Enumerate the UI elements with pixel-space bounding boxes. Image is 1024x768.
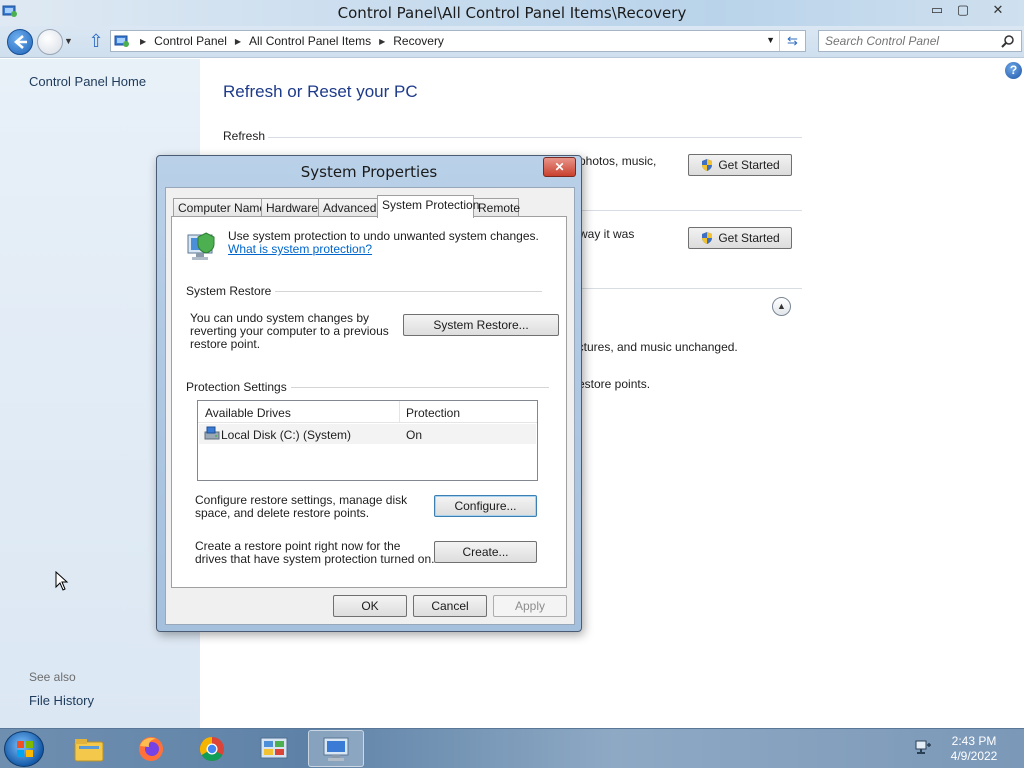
- breadcrumb-separator-icon[interactable]: ▶: [140, 37, 146, 46]
- maximize-button[interactable]: ▢: [950, 0, 976, 20]
- system-restore-button[interactable]: System Restore...: [403, 314, 559, 336]
- address-dropdown-icon[interactable]: ▼: [766, 35, 775, 45]
- up-arrow-icon[interactable]: ⇧: [86, 30, 106, 52]
- search-box[interactable]: [818, 30, 1022, 52]
- breadcrumb-recovery[interactable]: ▶ Recovery: [379, 34, 444, 48]
- drive-name: Local Disk (C:) (System): [221, 428, 352, 442]
- forward-button[interactable]: [37, 29, 63, 55]
- tab-remote[interactable]: Remote: [473, 198, 520, 217]
- clock-time: 2:43 PM: [951, 734, 997, 748]
- file-explorer-icon: [74, 738, 104, 761]
- window-title: Control Panel\All Control Panel Items\Re…: [337, 4, 687, 22]
- taskbar-clock[interactable]: 2:43 PM 4/9/2022: [942, 734, 1006, 764]
- chrome-taskbar-button[interactable]: [184, 730, 240, 767]
- tab-hardware[interactable]: Hardware: [261, 198, 319, 217]
- system-restore-group-label: System Restore: [186, 284, 276, 298]
- list-header: Available Drives Protection: [198, 401, 537, 423]
- tab-advanced[interactable]: Advanced: [318, 198, 378, 217]
- breadcrumb-label[interactable]: Recovery: [393, 34, 444, 48]
- refresh-icon[interactable]: ⇆: [779, 31, 805, 51]
- reset-description: way it was: [579, 227, 635, 241]
- button-label: Get Started: [718, 158, 780, 172]
- breadcrumb-separator-icon[interactable]: ▶: [379, 37, 385, 46]
- search-icon[interactable]: [1001, 34, 1015, 48]
- breadcrumb-all-items[interactable]: ▶ All Control Panel Items: [235, 34, 371, 48]
- back-arrow-icon: [14, 35, 27, 49]
- back-button[interactable]: [7, 29, 33, 55]
- advanced-description-2: estore points.: [578, 377, 651, 391]
- close-window-button[interactable]: ✕: [976, 0, 1020, 20]
- tab-system-protection[interactable]: System Protection: [377, 195, 479, 218]
- ok-button[interactable]: OK: [333, 595, 407, 617]
- system-protection-icon: [187, 232, 215, 260]
- file-history-link[interactable]: File History: [29, 693, 94, 708]
- uac-shield-icon: [702, 159, 713, 171]
- refresh-get-started-button[interactable]: Get Started: [688, 154, 792, 176]
- system-properties-taskbar-button[interactable]: [308, 730, 364, 767]
- apply-button[interactable]: Apply: [493, 595, 567, 617]
- reset-get-started-button[interactable]: Get Started: [688, 227, 792, 249]
- breadcrumb-separator-icon[interactable]: ▶: [235, 37, 241, 46]
- mouse-cursor-icon: [55, 571, 69, 591]
- recent-pages-dropdown-icon[interactable]: ▼: [64, 36, 73, 46]
- column-divider[interactable]: [399, 401, 400, 423]
- firefox-taskbar-button[interactable]: [123, 730, 179, 767]
- refresh-description: photos, music,: [579, 154, 657, 168]
- create-button[interactable]: Create...: [434, 541, 537, 563]
- help-icon[interactable]: ?: [1005, 62, 1022, 79]
- windows-logo-icon: [17, 741, 33, 757]
- section-divider: [580, 288, 802, 289]
- control-panel-icon: [114, 35, 129, 47]
- tab-computer-name[interactable]: Computer Name: [173, 198, 266, 217]
- see-also-heading: See also: [29, 670, 76, 684]
- dialog-body: Computer Name Hardware Advanced System P…: [165, 187, 575, 625]
- advanced-description-1: ictures, and music unchanged.: [575, 340, 738, 354]
- section-divider: [268, 137, 802, 138]
- configure-description: Configure restore settings, manage disk …: [195, 493, 408, 520]
- system-restore-description: You can undo system changes by reverting…: [190, 311, 389, 351]
- create-description: Create a restore point right now for the…: [195, 539, 435, 566]
- minimize-button[interactable]: ▭: [924, 0, 950, 20]
- system-properties-icon: [323, 737, 349, 761]
- start-button[interactable]: [4, 731, 44, 767]
- section-divider: [580, 210, 802, 211]
- system-properties-dialog: System Properties ✕ Computer Name Hardwa…: [156, 155, 582, 632]
- refresh-section-label: Refresh: [223, 129, 266, 143]
- file-explorer-taskbar-button[interactable]: [61, 730, 117, 767]
- chrome-icon: [199, 736, 224, 761]
- window-titlebar: Control Panel\All Control Panel Items\Re…: [0, 0, 1024, 26]
- breadcrumb-control-panel[interactable]: ▶ Control Panel: [140, 34, 227, 48]
- address-bar[interactable]: ▶ Control Panel ▶ All Control Panel Items …: [110, 30, 806, 52]
- intro-text: Use system protection to undo unwanted s…: [228, 230, 548, 256]
- column-header-protection[interactable]: Protection: [406, 406, 460, 420]
- clock-date: 4/9/2022: [950, 749, 998, 763]
- breadcrumb-label[interactable]: Control Panel: [154, 34, 227, 48]
- what-is-system-protection-link[interactable]: What is system protection?: [228, 242, 372, 256]
- intro-description: Use system protection to undo unwanted s…: [228, 229, 539, 243]
- system-protection-panel: Use system protection to undo unwanted s…: [171, 216, 567, 588]
- drive-protection-status: On: [406, 428, 423, 442]
- column-header-available-drives[interactable]: Available Drives: [205, 406, 291, 420]
- cancel-button[interactable]: Cancel: [413, 595, 487, 617]
- collapse-chevron-up-icon[interactable]: ▲: [772, 297, 791, 316]
- dialog-title: System Properties: [300, 163, 438, 181]
- button-label: Get Started: [718, 231, 780, 245]
- list-item[interactable]: Local Disk (C:) (System) On: [199, 424, 536, 444]
- search-input[interactable]: [825, 34, 995, 48]
- protection-settings-group-label: Protection Settings: [186, 380, 291, 394]
- navigation-bar: ▼ ⇧ ▶ Control Panel ▶ All Control Panel It…: [0, 26, 1024, 58]
- dialog-close-button[interactable]: ✕: [543, 157, 576, 177]
- control-panel-icon: [260, 737, 288, 758]
- control-panel-taskbar-button[interactable]: [246, 730, 302, 767]
- hard-drive-icon: [204, 426, 220, 440]
- control-panel-home-link[interactable]: Control Panel Home: [29, 74, 146, 89]
- taskbar: 2:43 PM 4/9/2022: [0, 728, 1024, 768]
- uac-shield-icon: [702, 232, 713, 244]
- available-drives-list[interactable]: Available Drives Protection Local Disk (…: [197, 400, 538, 481]
- firefox-icon: [139, 736, 163, 761]
- configure-button[interactable]: Configure...: [434, 495, 537, 517]
- breadcrumb-label[interactable]: All Control Panel Items: [249, 34, 371, 48]
- page-title: Refresh or Reset your PC: [223, 82, 418, 101]
- network-icon[interactable]: [914, 739, 932, 755]
